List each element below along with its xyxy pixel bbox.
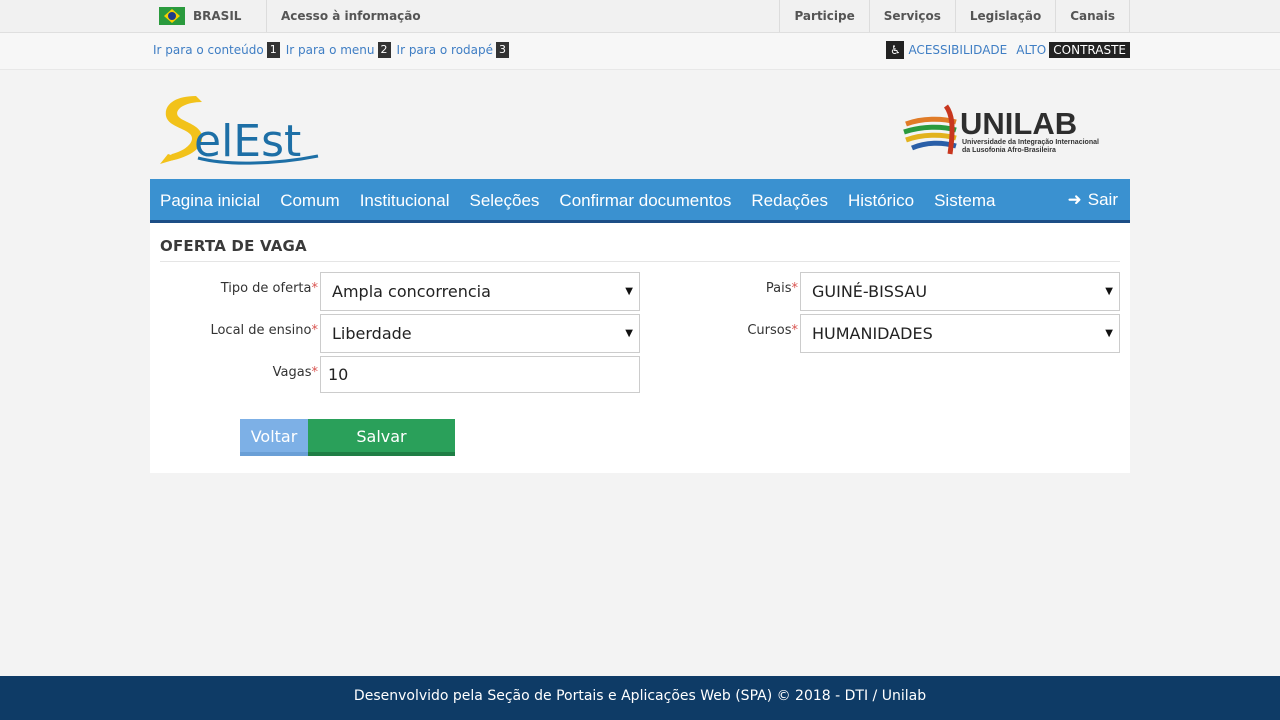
gov-link-legislacao[interactable]: Legislação (954, 0, 1055, 32)
wheelchair-icon: ♿ (886, 41, 905, 59)
tipo-oferta-select[interactable]: Ampla concorrencia ▼ (320, 272, 640, 311)
caret-down-icon: ▼ (625, 286, 633, 297)
skip-key-3: 3 (496, 42, 510, 58)
cursos-select[interactable]: HUMANIDADES ▼ (800, 314, 1120, 353)
tipo-oferta-label: Tipo de oferta* (220, 281, 318, 296)
skip-to-footer-link[interactable]: Ir para o rodapé (397, 43, 494, 57)
skip-key-2: 2 (377, 42, 391, 58)
skip-key-1: 1 (266, 42, 280, 58)
unilab-subtitle: Universidade da Integração Internacional… (962, 139, 1099, 154)
unilab-logo[interactable]: UNILAB Universidade da Integração Intern… (902, 104, 1122, 158)
logout-button[interactable]: ➜ Sair (1068, 179, 1118, 220)
page-title: OFERTA DE VAGA (160, 237, 307, 255)
nav-item-comum[interactable]: Comum (270, 179, 350, 220)
footer-credits: Desenvolvido pela Seção de Portais e Apl… (353, 688, 927, 704)
save-button[interactable]: Salvar (308, 419, 455, 456)
vagas-label: Vagas* (272, 365, 318, 380)
brasil-label: BRASIL (193, 9, 242, 23)
selest-logo[interactable]: elEst (158, 94, 322, 167)
logout-label: Sair (1087, 190, 1118, 209)
high-contrast-alto[interactable]: ALTO (1016, 43, 1046, 57)
caret-down-icon: ▼ (1105, 286, 1113, 297)
svg-text:elEst: elEst (194, 116, 301, 166)
brazil-flag-icon (159, 7, 185, 25)
pais-label: Pais* (765, 281, 798, 296)
arrow-right-icon: ➜ (1067, 190, 1082, 209)
gov-link-canais[interactable]: Canais (1055, 0, 1130, 32)
gov-bar: BRASIL Acesso à informação Participe Ser… (0, 0, 1280, 33)
gov-link-participe[interactable]: Participe (779, 0, 868, 32)
skip-to-content-link[interactable]: Ir para o conteúdo (153, 43, 264, 57)
nav-item-redacoes[interactable]: Redações (741, 179, 838, 220)
brasil-link[interactable]: BRASIL (150, 0, 267, 32)
local-ensino-label: Local de ensino* (210, 323, 318, 338)
nav-item-historico[interactable]: Histórico (838, 179, 924, 220)
pais-select[interactable]: GUINÉ-BISSAU ▼ (800, 272, 1120, 311)
nav-item-pagina-inicial[interactable]: Pagina inicial (150, 179, 270, 220)
nav-item-institucional[interactable]: Institucional (350, 179, 460, 220)
unilab-wordmark: UNILAB (960, 106, 1078, 141)
access-info-link[interactable]: Acesso à informação (281, 0, 421, 32)
title-divider (160, 261, 1120, 262)
cursos-label: Cursos* (747, 323, 798, 338)
offer-form-panel: OFERTA DE VAGA Tipo de oferta* Ampla con… (150, 223, 1130, 473)
nav-item-selecoes[interactable]: Seleções (459, 179, 549, 220)
back-button[interactable]: Voltar (240, 419, 308, 456)
nav-item-sistema[interactable]: Sistema (924, 179, 1005, 220)
caret-down-icon: ▼ (1105, 328, 1113, 339)
gov-link-servicos[interactable]: Serviços (868, 0, 955, 32)
skip-to-menu-link[interactable]: Ir para o menu (286, 43, 375, 57)
caret-down-icon: ▼ (625, 328, 633, 339)
vagas-input[interactable]: 10 (320, 356, 640, 393)
footer: Desenvolvido pela Seção de Portais e Apl… (0, 676, 1280, 720)
main-nav: Pagina inicial Comum Institucional Seleç… (150, 179, 1130, 223)
high-contrast-button[interactable]: CONTRASTE (1049, 42, 1130, 58)
nav-item-confirmar-documentos[interactable]: Confirmar documentos (549, 179, 741, 220)
accessibility-bar: Ir para o conteúdo 1 Ir para o menu 2 Ir… (0, 33, 1280, 70)
local-ensino-select[interactable]: Liberdade ▼ (320, 314, 640, 353)
accessibility-link[interactable]: ACESSIBILIDADE (908, 43, 1007, 57)
